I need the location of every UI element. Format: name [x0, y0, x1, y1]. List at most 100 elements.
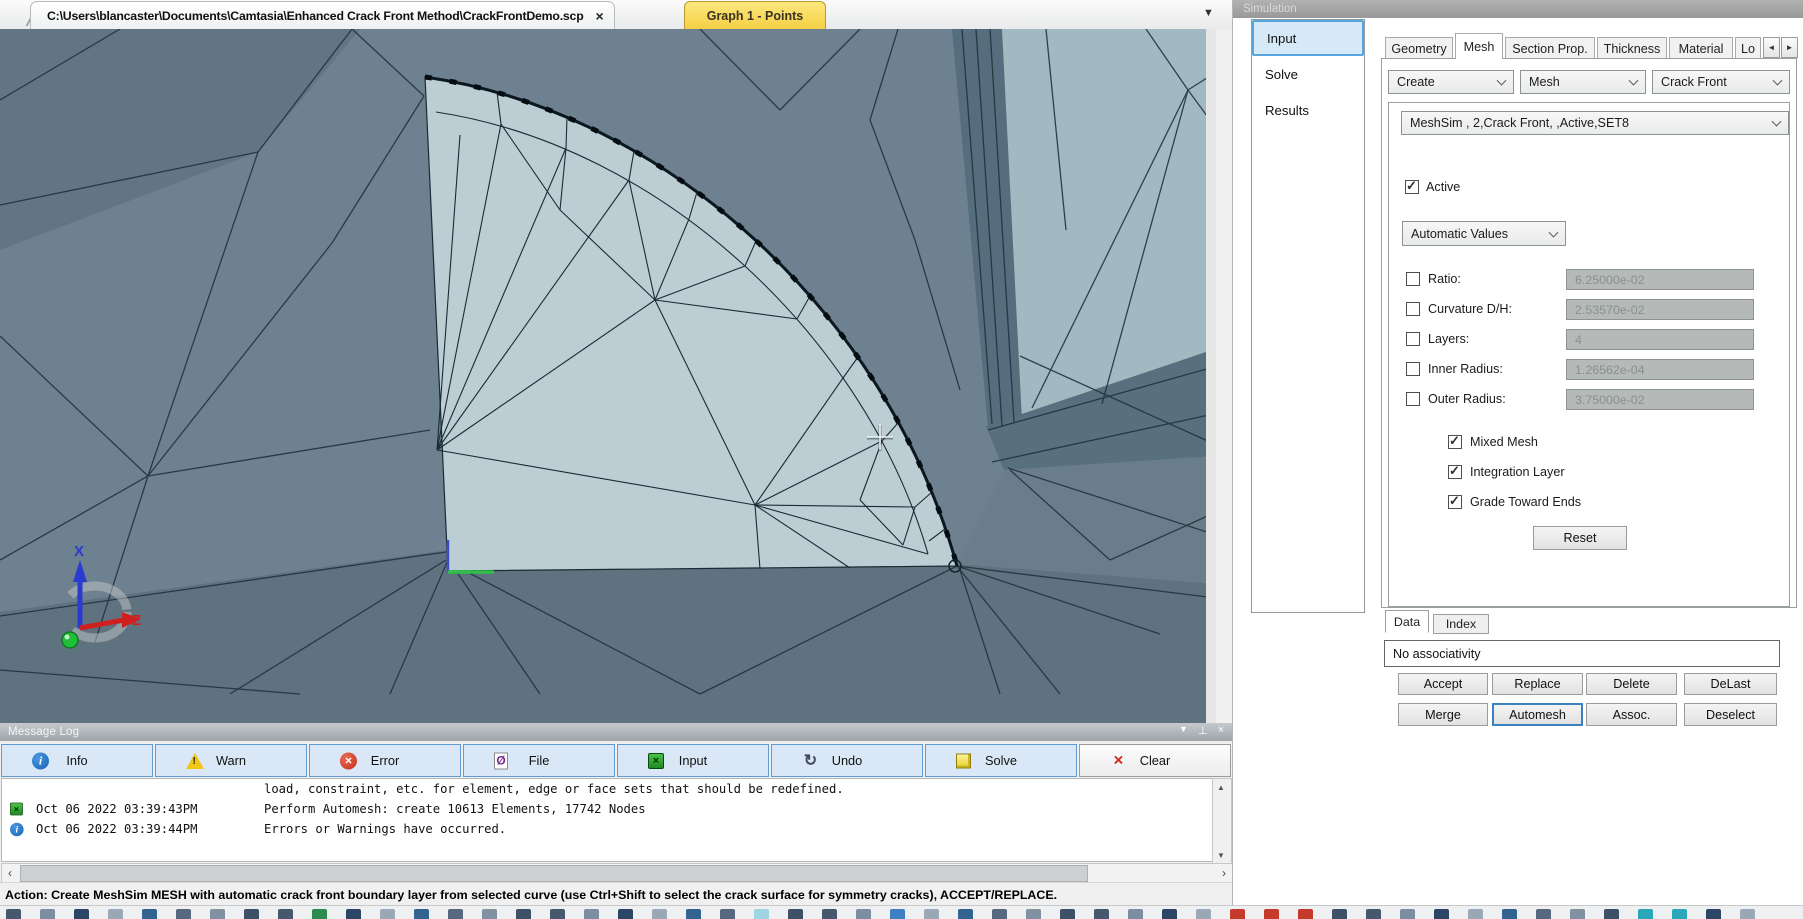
- log-horizontal-scrollbar[interactable]: ‹ ›: [1, 863, 1233, 884]
- target-type-dropdown[interactable]: Crack Front: [1652, 70, 1790, 94]
- toolbar-icon[interactable]: [788, 909, 803, 919]
- toolbar-icon[interactable]: [924, 909, 939, 919]
- file-tab[interactable]: C:\Users\blancaster\Documents\Camtasia\E…: [30, 1, 615, 29]
- toolbar-icon[interactable]: [992, 909, 1007, 919]
- log-clear-button[interactable]: × Clear: [1079, 744, 1231, 777]
- nav-item-results[interactable]: Results: [1252, 92, 1364, 128]
- automesh-button[interactable]: Automesh: [1492, 703, 1583, 726]
- toolbar-icon[interactable]: [1230, 909, 1245, 919]
- delete-button[interactable]: Delete: [1586, 673, 1677, 695]
- active-checkbox[interactable]: [1405, 180, 1419, 194]
- toolbar-icon[interactable]: [1604, 909, 1619, 919]
- panel-dropdown-icon[interactable]: ▼: [1179, 724, 1188, 737]
- toolbar-icon[interactable]: [1264, 909, 1279, 919]
- toolbar-icon[interactable]: [720, 909, 735, 919]
- log-undo-button[interactable]: ↻ Undo: [771, 744, 923, 777]
- toolbar-icon[interactable]: [210, 909, 225, 919]
- outer-radius-checkbox[interactable]: [1406, 392, 1420, 406]
- scrollbar-thumb[interactable]: [20, 865, 1088, 882]
- assoc-button[interactable]: Assoc.: [1586, 703, 1677, 726]
- pin-icon[interactable]: ⊥: [1198, 724, 1208, 737]
- toolbar-icon[interactable]: [1502, 909, 1517, 919]
- toolbar-icon[interactable]: [1638, 909, 1653, 919]
- scroll-right-icon[interactable]: ›: [1216, 864, 1232, 881]
- accept-button[interactable]: Accept: [1398, 673, 1488, 695]
- toolbar-icon[interactable]: [1026, 909, 1041, 919]
- log-file-button[interactable]: Ø File: [463, 744, 615, 777]
- integration-layer-checkbox[interactable]: [1448, 465, 1462, 479]
- toolbar-icon[interactable]: [1434, 909, 1449, 919]
- tab-loads-truncated[interactable]: Lo: [1735, 37, 1761, 59]
- toolbar-icon[interactable]: [414, 909, 429, 919]
- toolbar-icon[interactable]: [278, 909, 293, 919]
- log-warn-button[interactable]: ! Warn: [155, 744, 307, 777]
- tab-index[interactable]: Index: [1433, 614, 1489, 634]
- toolbar-icon[interactable]: [1740, 909, 1755, 919]
- tab-scroll-left-icon[interactable]: ◄: [1763, 37, 1780, 58]
- toolbar-icon[interactable]: [244, 909, 259, 919]
- tab-list-dropdown-icon[interactable]: ▼: [1203, 7, 1214, 19]
- toolbar-icon[interactable]: [1094, 909, 1109, 919]
- mixed-mesh-checkbox[interactable]: [1448, 435, 1462, 449]
- toolbar-icon[interactable]: [1196, 909, 1211, 919]
- toolbar-icon[interactable]: [822, 909, 837, 919]
- toolbar-icon[interactable]: [1366, 909, 1381, 919]
- toolbar-icon[interactable]: [958, 909, 973, 919]
- tab-data[interactable]: Data: [1385, 610, 1429, 633]
- values-mode-dropdown[interactable]: Automatic Values: [1402, 221, 1566, 246]
- toolbar-icon[interactable]: [1332, 909, 1347, 919]
- toolbar-icon[interactable]: [1298, 909, 1313, 919]
- toolbar-icon[interactable]: [1400, 909, 1415, 919]
- scroll-left-icon[interactable]: ‹: [2, 864, 18, 881]
- toolbar-icon[interactable]: [176, 909, 191, 919]
- toolbar-icon[interactable]: [584, 909, 599, 919]
- tab-thickness[interactable]: Thickness: [1597, 37, 1667, 59]
- scroll-down-icon[interactable]: ▼: [1213, 847, 1229, 863]
- toolbar-icon[interactable]: [312, 909, 327, 919]
- log-info-button[interactable]: i Info: [1, 744, 153, 777]
- delast-button[interactable]: DeLast: [1684, 673, 1777, 695]
- log-vertical-scrollbar[interactable]: ▲ ▼: [1212, 778, 1232, 864]
- mesh-set-dropdown[interactable]: MeshSim , 2,Crack Front, ,Active,SET8: [1401, 111, 1789, 135]
- toolbar-icon[interactable]: [618, 909, 633, 919]
- tab-material[interactable]: Material: [1669, 37, 1733, 59]
- toolbar-icon[interactable]: [652, 909, 667, 919]
- toolbar-icon[interactable]: [1536, 909, 1551, 919]
- toolbar-icon[interactable]: [142, 909, 157, 919]
- toolbar-icon[interactable]: [346, 909, 361, 919]
- tab-section-prop[interactable]: Section Prop.: [1505, 37, 1595, 59]
- toolbar-icon[interactable]: [40, 909, 55, 919]
- toolbar-icon[interactable]: [754, 909, 769, 919]
- toolbar-icon[interactable]: [856, 909, 871, 919]
- tab-geometry[interactable]: Geometry: [1385, 37, 1453, 59]
- log-message-list[interactable]: load, constraint, etc. for element, edge…: [1, 778, 1215, 862]
- nav-item-solve[interactable]: Solve: [1252, 56, 1364, 92]
- toolbar-icon[interactable]: [108, 909, 123, 919]
- toolbar-icon[interactable]: [1468, 909, 1483, 919]
- panel-close-icon[interactable]: ×: [1218, 724, 1224, 737]
- curvature-checkbox[interactable]: [1406, 302, 1420, 316]
- action-mode-dropdown[interactable]: Create: [1388, 70, 1514, 94]
- associativity-field[interactable]: No associativity: [1384, 640, 1780, 667]
- log-input-button[interactable]: × Input: [617, 744, 769, 777]
- toolbar-icon[interactable]: [1706, 909, 1721, 919]
- tab-scroll-right-icon[interactable]: ►: [1781, 37, 1798, 58]
- reset-button[interactable]: Reset: [1533, 526, 1627, 550]
- toolbar-icon[interactable]: [74, 909, 89, 919]
- toolbar-icon[interactable]: [516, 909, 531, 919]
- toolbar-icon[interactable]: [1128, 909, 1143, 919]
- object-type-dropdown[interactable]: Mesh: [1520, 70, 1646, 94]
- toolbar-icon[interactable]: [890, 909, 905, 919]
- deselect-button[interactable]: Deselect: [1684, 703, 1777, 726]
- close-icon[interactable]: ×: [596, 9, 604, 23]
- scroll-up-icon[interactable]: ▲: [1213, 779, 1229, 795]
- replace-button[interactable]: Replace: [1492, 673, 1583, 695]
- ratio-checkbox[interactable]: [1406, 272, 1420, 286]
- layers-checkbox[interactable]: [1406, 332, 1420, 346]
- tab-mesh[interactable]: Mesh: [1455, 33, 1503, 59]
- toolbar-icon[interactable]: [1570, 909, 1585, 919]
- log-solve-button[interactable]: Solve: [925, 744, 1077, 777]
- viewport-3d[interactable]: X Z: [0, 29, 1232, 723]
- grade-toward-ends-checkbox[interactable]: [1448, 495, 1462, 509]
- merge-button[interactable]: Merge: [1398, 703, 1488, 726]
